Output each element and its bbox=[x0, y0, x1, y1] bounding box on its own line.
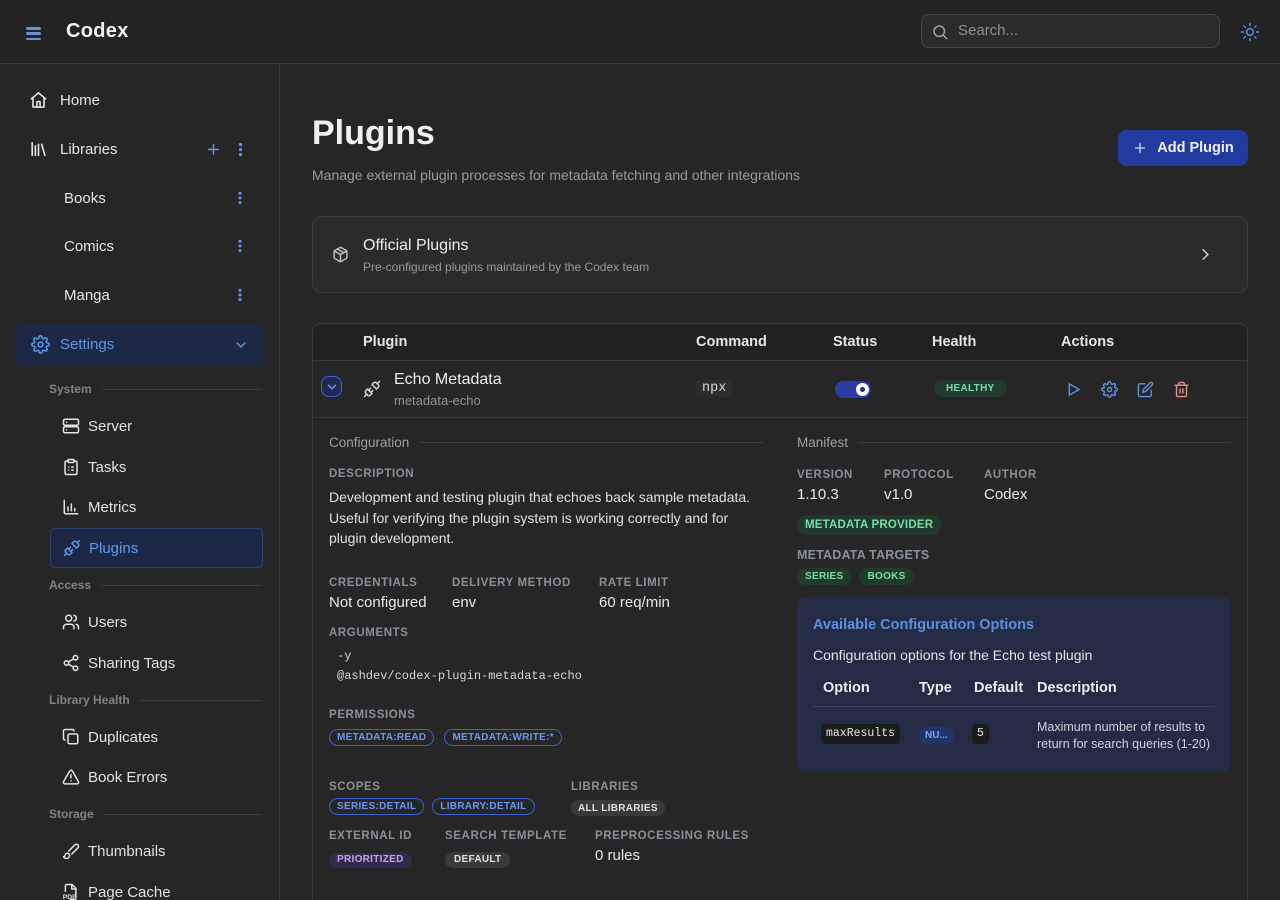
svg-text:PDF: PDF bbox=[63, 894, 77, 900]
